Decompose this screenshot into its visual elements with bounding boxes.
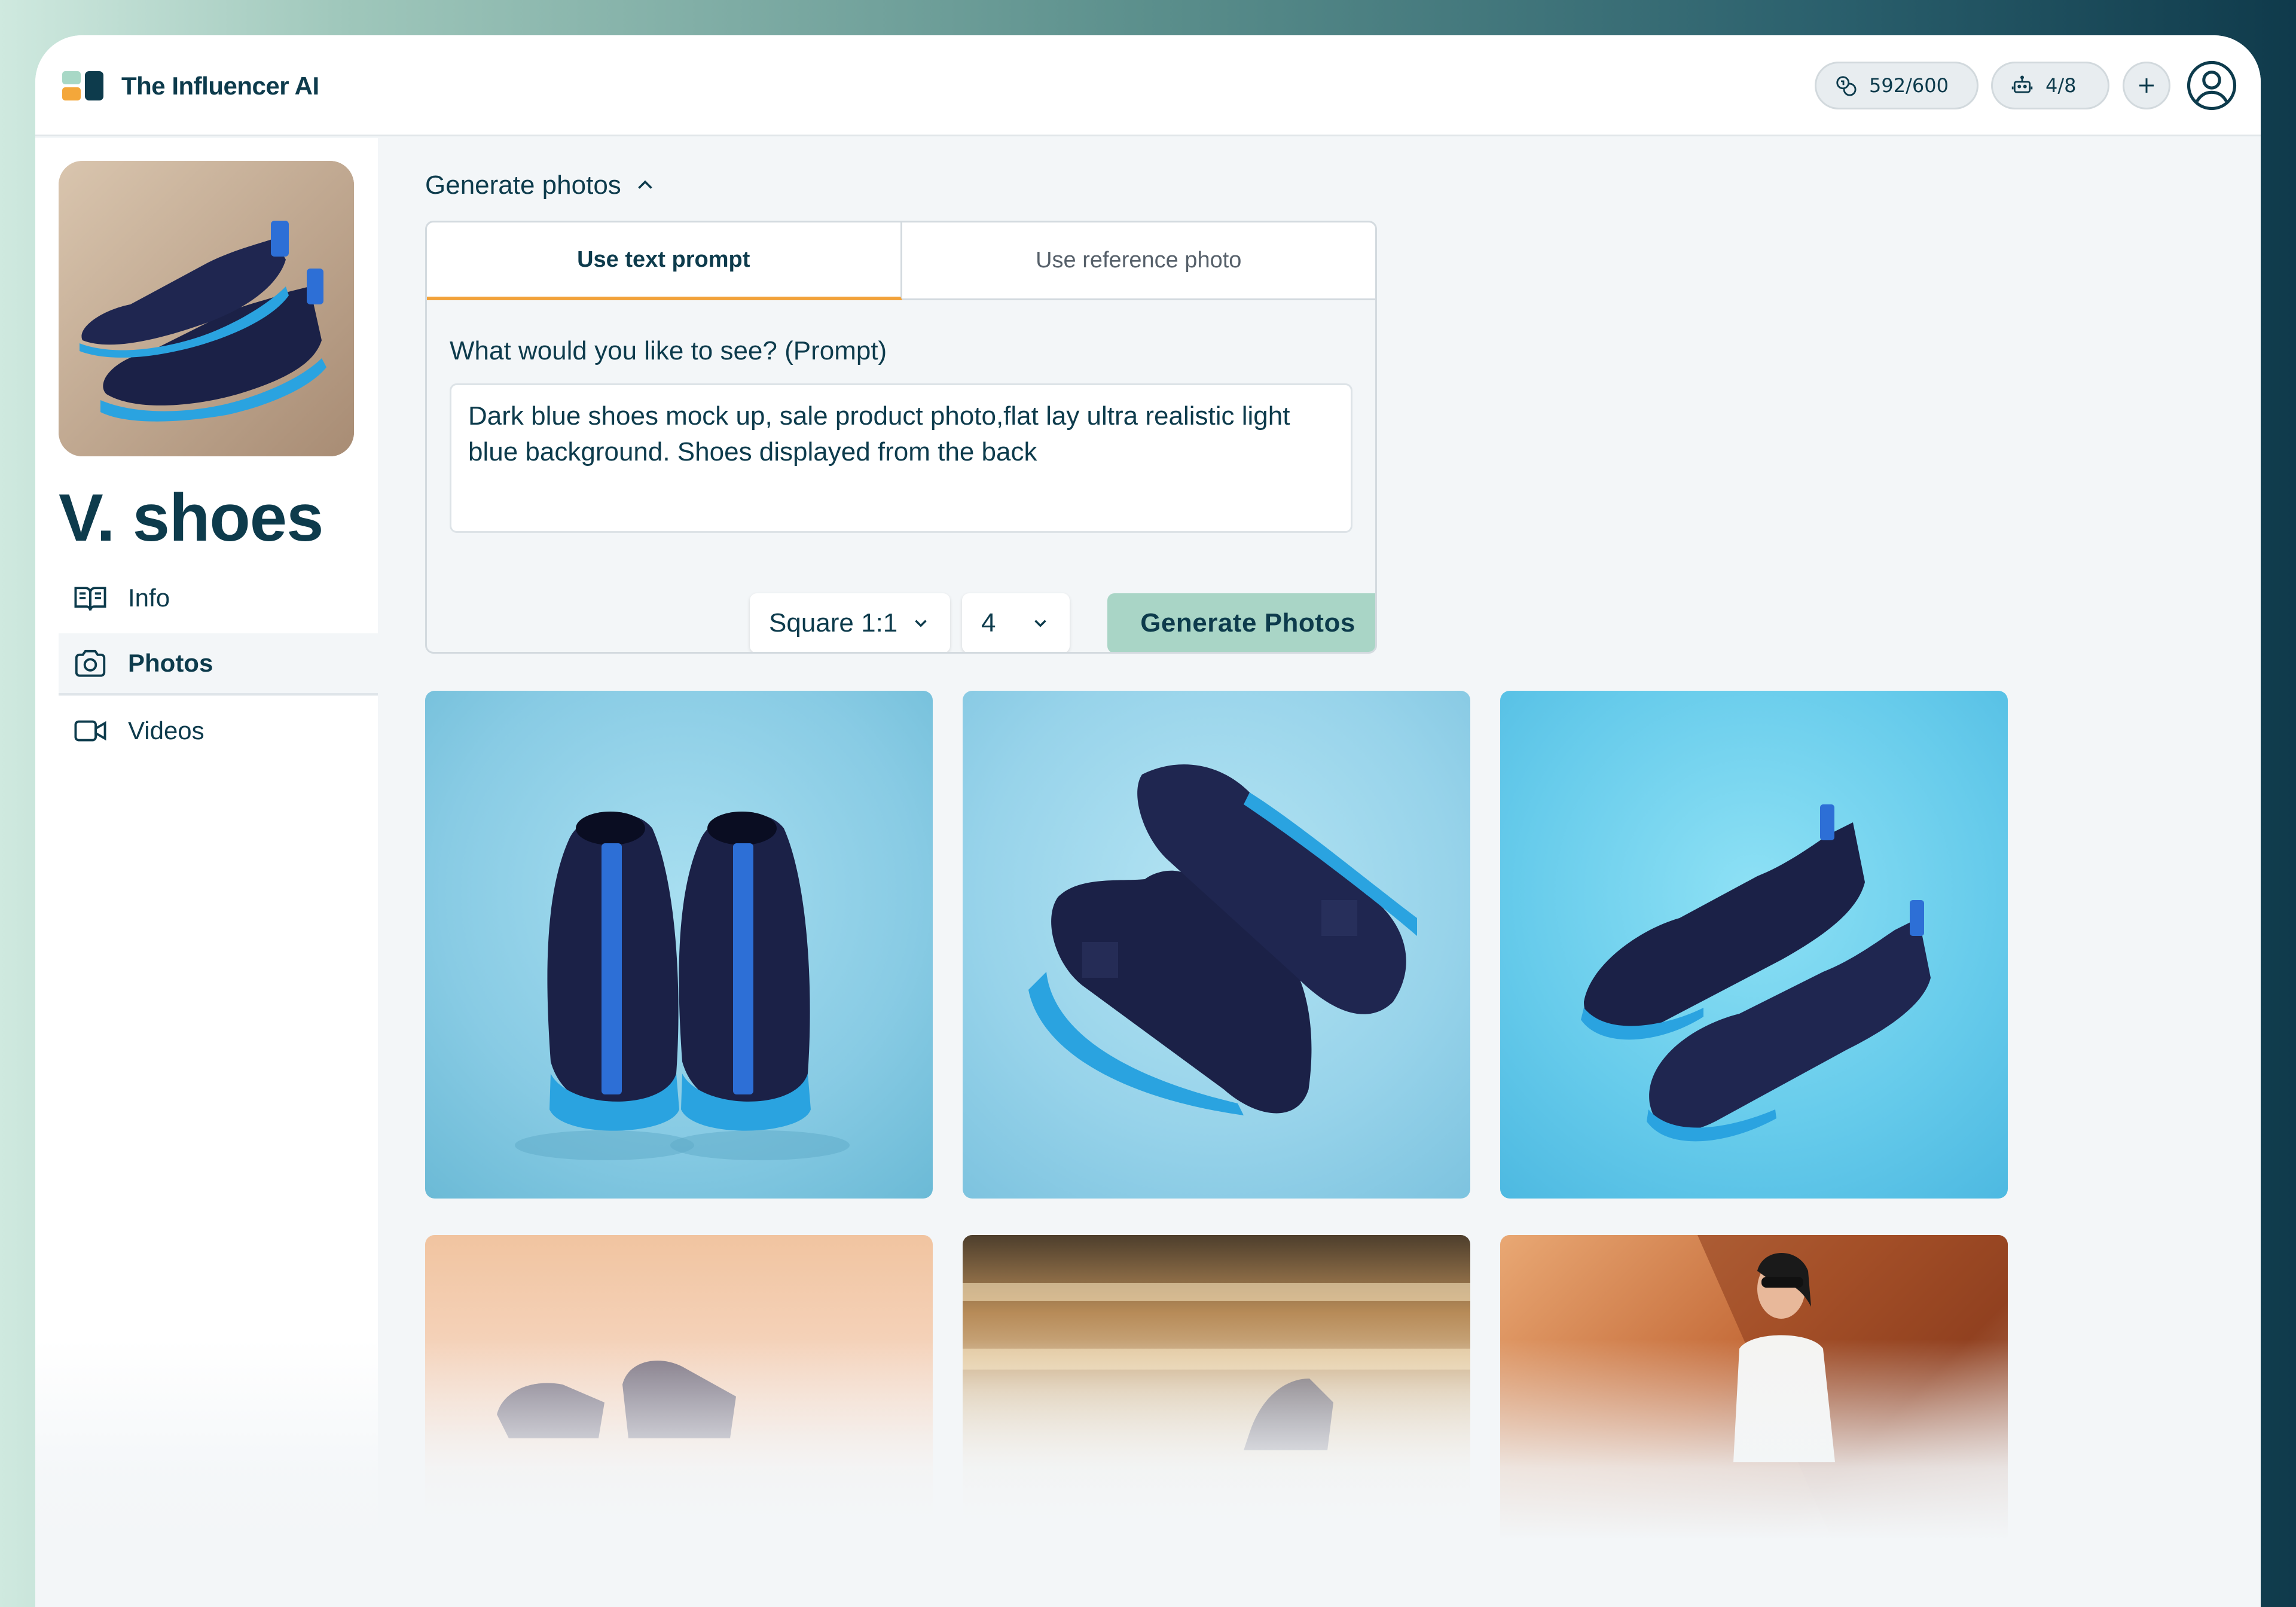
sidebar-item-photos[interactable]: Photos xyxy=(59,633,378,696)
aspect-ratio-select[interactable]: Square 1:1 xyxy=(750,593,950,652)
generate-photos-toggle[interactable]: Generate photos xyxy=(425,170,656,200)
camera-icon xyxy=(75,649,106,677)
generate-photos-button[interactable]: Generate Photos xyxy=(1107,593,1375,652)
credits-badge[interactable]: 592/600 xyxy=(1815,62,1979,109)
chevron-down-icon xyxy=(1034,620,1046,627)
brand[interactable]: The Influencer AI xyxy=(62,71,319,100)
generated-photo-2[interactable] xyxy=(963,691,1470,1199)
robot-icon xyxy=(2011,75,2033,93)
generated-photo-1[interactable] xyxy=(425,691,933,1199)
sidebar-item-info[interactable]: Info xyxy=(59,567,378,629)
generate-panel: Use text prompt Use reference photo What… xyxy=(425,221,1377,654)
product-title: V. shoes xyxy=(59,480,323,555)
prompt-label: What would you like to see? (Prompt) xyxy=(450,336,887,365)
section-label: Generate photos xyxy=(425,170,621,200)
shoe-image xyxy=(59,161,354,456)
user-avatar-button[interactable] xyxy=(2185,59,2238,112)
aspect-ratio-value: Square 1:1 xyxy=(769,608,898,638)
prompt-input[interactable]: Dark blue shoes mock up, sale product ph… xyxy=(450,383,1352,533)
video-icon xyxy=(74,720,106,742)
book-icon xyxy=(74,587,106,611)
app-window: The Influencer AI 592/600 4/8 V. shoes I… xyxy=(35,35,2261,1607)
shoes-flat-lay-image xyxy=(1028,764,1417,1115)
product-thumbnail xyxy=(59,161,354,456)
sidebar-item-label: Videos xyxy=(128,716,204,745)
chevron-down-icon xyxy=(915,620,927,627)
photo-count-select[interactable]: 4 xyxy=(962,593,1070,652)
shoes-angled-image xyxy=(1581,804,1931,1142)
add-button[interactable] xyxy=(2123,62,2170,109)
sidebar-item-videos[interactable]: Videos xyxy=(59,700,378,762)
logo-icon xyxy=(62,71,105,100)
credits-value: 592/600 xyxy=(1869,74,1949,97)
photo-count-value: 4 xyxy=(981,608,996,638)
sidebar-item-label: Photos xyxy=(128,649,213,677)
sidebar-item-label: Info xyxy=(128,584,170,612)
coins-icon xyxy=(1836,76,1857,96)
shoes-back-view-image xyxy=(515,812,850,1160)
top-bar: The Influencer AI 592/600 4/8 xyxy=(35,35,2261,136)
mode-tabs: Use text prompt Use reference photo xyxy=(427,222,1375,300)
tab-text-prompt[interactable]: Use text prompt xyxy=(427,222,902,300)
sidebar-nav: Info Photos Videos xyxy=(59,567,378,766)
tab-reference-photo[interactable]: Use reference photo xyxy=(902,222,1375,300)
bots-badge[interactable]: 4/8 xyxy=(1991,62,2109,109)
chevron-up-icon xyxy=(638,180,652,189)
app-name: The Influencer AI xyxy=(121,71,319,100)
generated-photo-3[interactable] xyxy=(1500,691,2008,1199)
bots-value: 4/8 xyxy=(2045,74,2077,97)
user-icon xyxy=(2187,60,2237,111)
plus-icon xyxy=(2139,78,2154,93)
bottom-fade-overlay xyxy=(35,1339,2261,1607)
